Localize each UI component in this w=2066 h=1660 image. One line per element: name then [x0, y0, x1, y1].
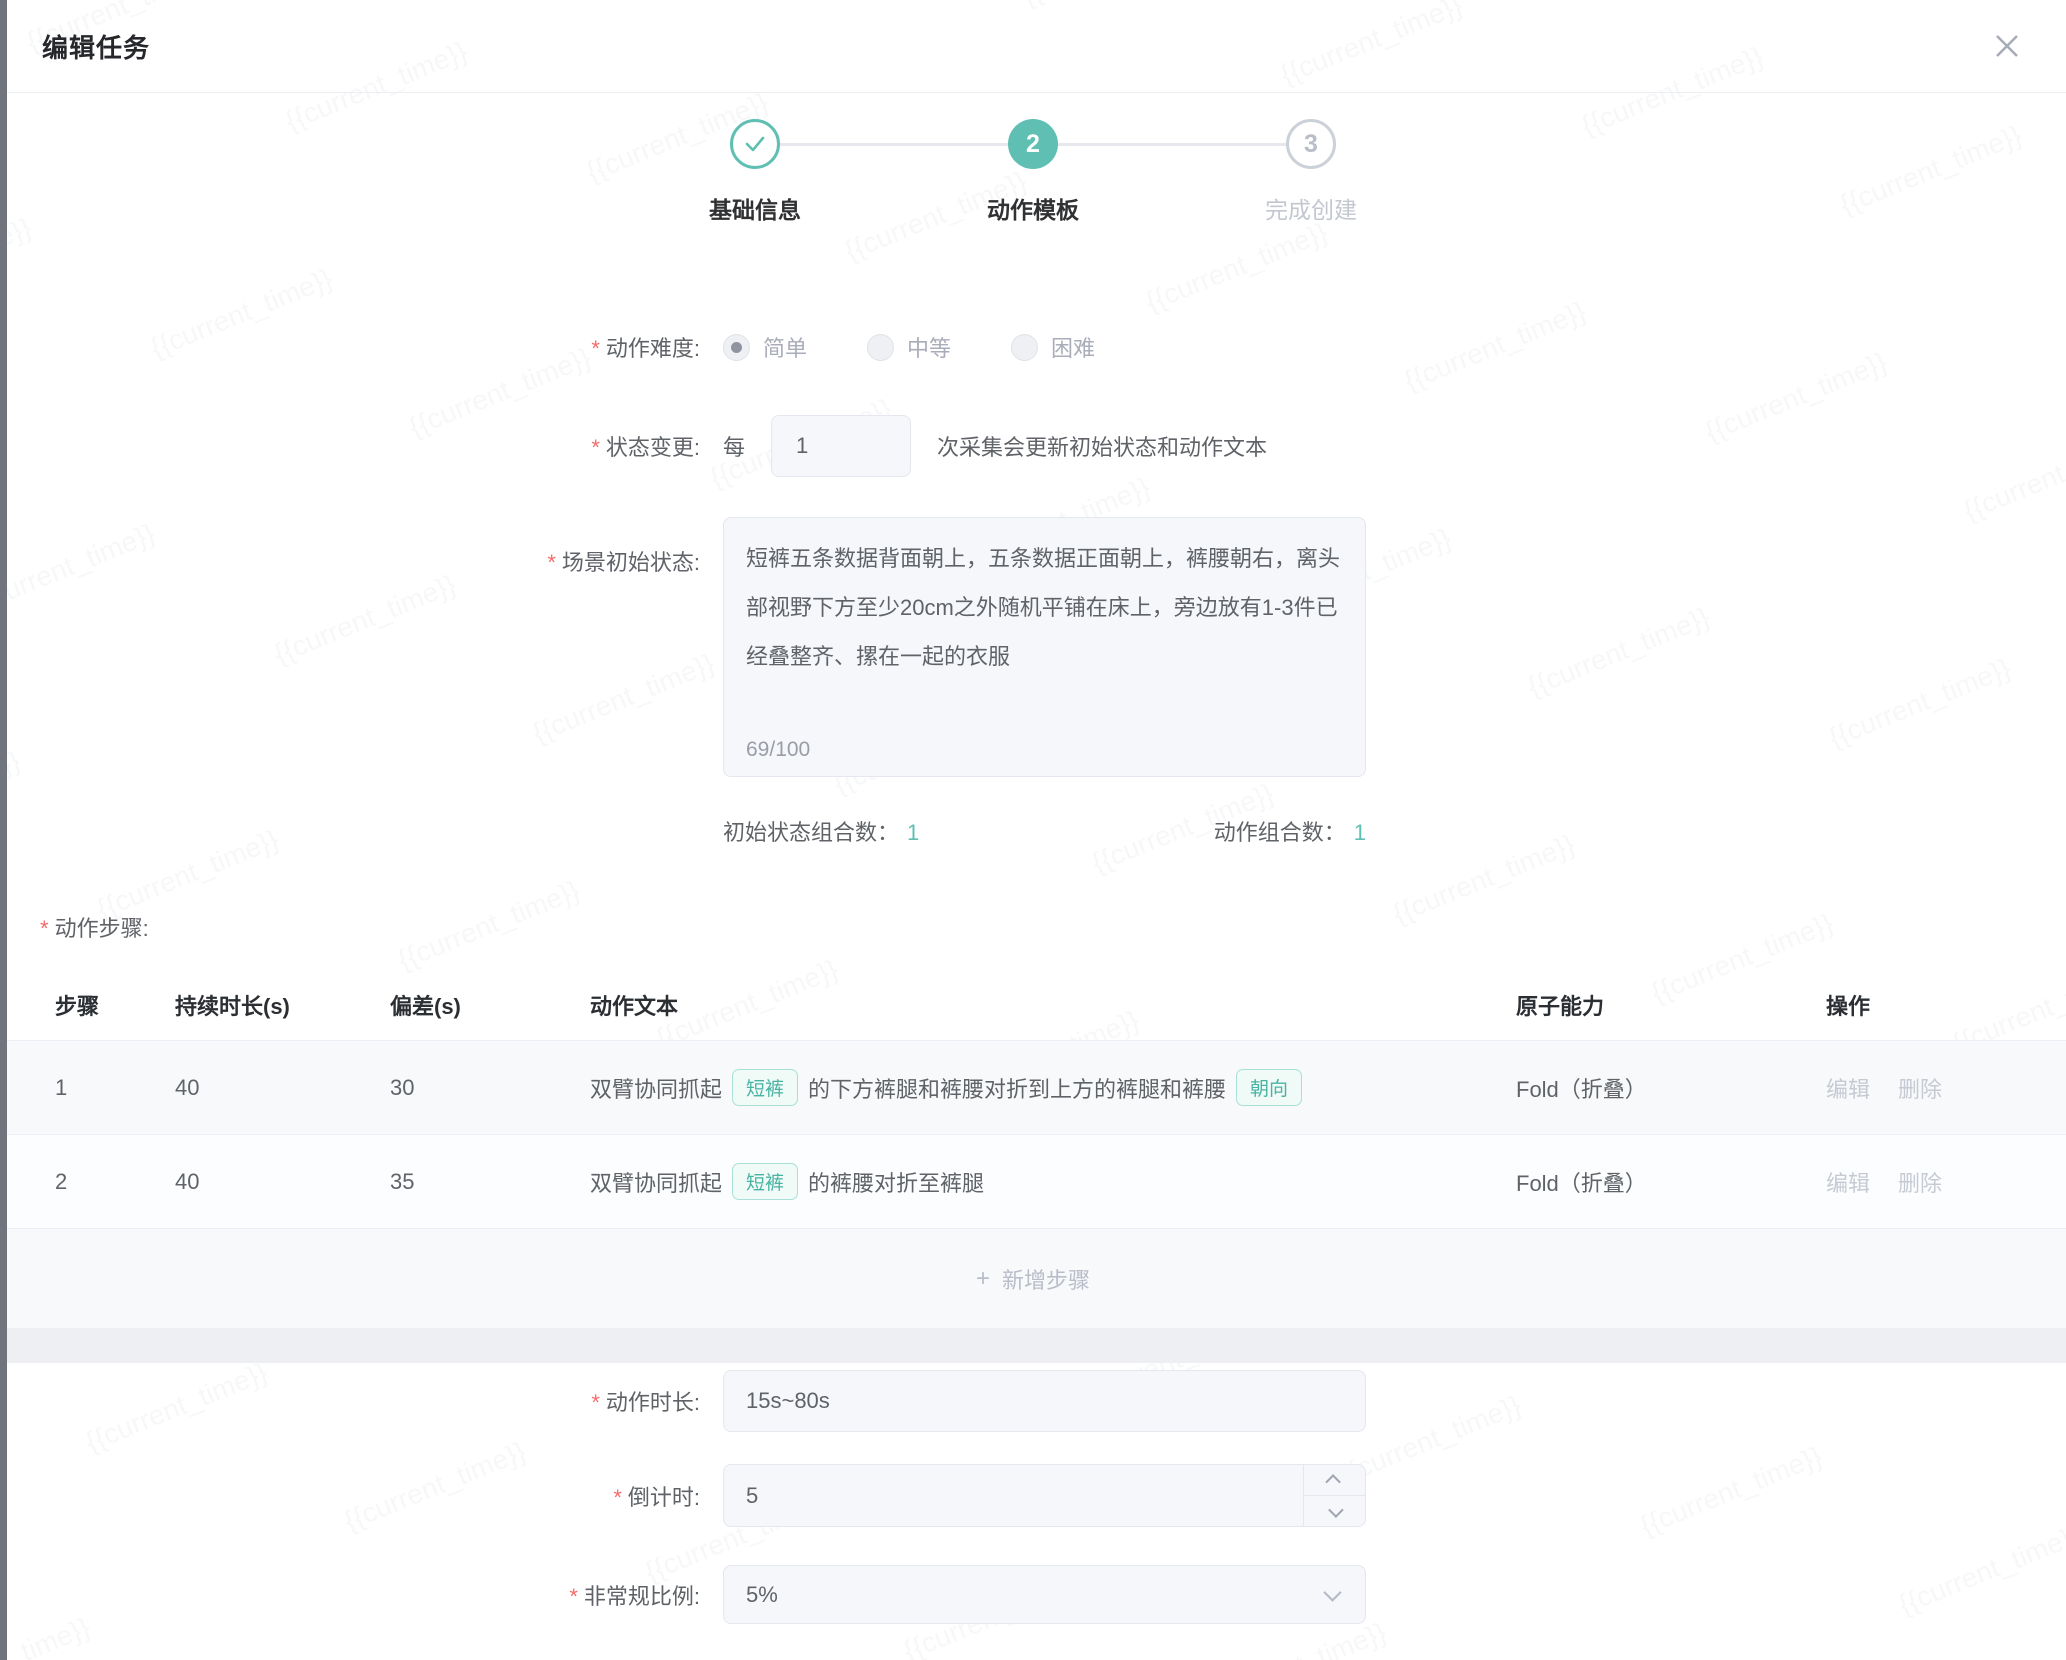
difficulty-radio-2[interactable] — [1011, 334, 1038, 361]
delete-button[interactable]: 删除 — [1898, 1077, 1942, 1102]
dialog-title: 编辑任务 — [42, 28, 150, 65]
table-header-row: 步骤 持续时长(s) 偏差(s) 动作文本 原子能力 操作 — [0, 969, 2066, 1041]
cell-duration: 40 — [175, 1169, 390, 1195]
step-label-action-template: 动作模板 — [894, 191, 1172, 225]
cell-duration: 40 — [175, 1075, 390, 1101]
cell-deviation: 30 — [390, 1075, 590, 1101]
check-icon — [742, 131, 768, 157]
step-labels: 基础信息 动作模板 完成创建 — [616, 191, 1450, 225]
cell-action-text: 双臂协同抓起 短裤 的裤腰对折至裤腿 — [590, 1163, 1516, 1200]
countdown-stepper — [723, 1464, 1366, 1527]
difficulty-option-hard[interactable]: 困难 — [1011, 331, 1095, 363]
action-steps-section-label: *动作步骤: — [40, 911, 2066, 943]
difficulty-option-medium[interactable]: 中等 — [867, 331, 951, 363]
table-row: 1 40 30 双臂协同抓起 短裤 的下方裤腿和裤腰对折到上方的裤腿和裤腰 朝向… — [0, 1041, 2066, 1135]
decrement-button[interactable] — [1304, 1496, 1365, 1526]
step-circle-done — [730, 119, 780, 169]
duration-label: *动作时长: — [0, 1385, 723, 1417]
state-change-prefix: 每 — [723, 430, 745, 462]
header-deviation: 偏差(s) — [390, 989, 590, 1021]
edit-button[interactable]: 编辑 — [1826, 1077, 1870, 1102]
object-tag: 短裤 — [732, 1069, 798, 1106]
initial-state-combo-count: 初始状态组合数：1 — [723, 815, 919, 847]
chevron-down-icon — [1328, 1502, 1344, 1518]
action-combo-value: 1 — [1354, 820, 1366, 845]
dialog-header: 编辑任务 — [0, 0, 2066, 93]
difficulty-radio-1[interactable] — [867, 334, 894, 361]
state-change-input[interactable] — [771, 415, 911, 477]
countdown-label: *倒计时: — [0, 1480, 723, 1512]
required-asterisk: * — [591, 336, 600, 361]
state-change-label: *状态变更: — [0, 430, 723, 462]
close-icon[interactable] — [1990, 29, 2024, 63]
section-divider — [0, 1328, 2066, 1363]
difficulty-radio-0[interactable] — [723, 334, 750, 361]
unusual-ratio-label: *非常规比例: — [0, 1579, 723, 1611]
unusual-ratio-row: *非常规比例: 5% — [0, 1565, 2066, 1624]
duration-row: *动作时长: — [0, 1370, 2066, 1432]
table-row: 2 40 35 双臂协同抓起 短裤 的裤腰对折至裤腿 Fold（折叠） 编辑 删除 — [0, 1135, 2066, 1229]
increment-button[interactable] — [1304, 1465, 1365, 1496]
initial-state-row: *场景初始状态: 短裤五条数据背面朝上，五条数据正面朝上，裤腰朝右，离头部视野下… — [0, 517, 2066, 777]
initial-combo-value: 1 — [907, 820, 919, 845]
difficulty-label: *动作难度: — [0, 331, 723, 363]
initial-state-textarea[interactable]: 短裤五条数据背面朝上，五条数据正面朝上，裤腰朝右，离头部视野下方至少20cm之外… — [746, 534, 1343, 694]
step-circle-active: 2 — [1008, 119, 1058, 169]
page-edge-strip — [0, 0, 7, 1660]
step-circle-pending: 3 — [1286, 119, 1336, 169]
cell-step: 2 — [55, 1169, 175, 1195]
cell-action-text: 双臂协同抓起 短裤 的下方裤腿和裤腰对折到上方的裤腿和裤腰 朝向 — [590, 1069, 1516, 1106]
state-change-suffix: 次采集会更新初始状态和动作文本 — [937, 430, 1267, 462]
cell-ability: Fold（折叠） — [1516, 1166, 1826, 1198]
unusual-ratio-value: 5% — [746, 1582, 778, 1608]
action-combo-count: 动作组合数：1 — [1214, 815, 1366, 847]
cell-operations: 编辑 删除 — [1826, 1166, 2026, 1198]
chevron-down-icon — [1323, 1583, 1341, 1601]
step-label-basic-info: 基础信息 — [616, 191, 894, 225]
object-tag: 短裤 — [732, 1163, 798, 1200]
orientation-tag: 朝向 — [1236, 1069, 1302, 1106]
header-duration: 持续时长(s) — [175, 989, 390, 1021]
cell-deviation: 35 — [390, 1169, 590, 1195]
cell-ability: Fold（折叠） — [1516, 1072, 1826, 1104]
header-action-text: 动作文本 — [590, 989, 1516, 1021]
header-ability: 原子能力 — [1516, 989, 1826, 1021]
header-operations: 操作 — [1826, 989, 2026, 1021]
duration-input[interactable] — [723, 1370, 1366, 1432]
char-counter: 69/100 — [746, 738, 810, 762]
difficulty-row: *动作难度: 简单 中等 困难 — [0, 331, 2066, 363]
cell-step: 1 — [55, 1075, 175, 1101]
chevron-up-icon — [1325, 1474, 1341, 1490]
countdown-row: *倒计时: — [0, 1464, 2066, 1527]
add-step-button[interactable]: + 新增步骤 — [0, 1229, 2066, 1328]
difficulty-option-easy[interactable]: 简单 — [723, 331, 807, 363]
initial-state-label: *场景初始状态: — [0, 517, 723, 577]
initial-state-textarea-wrap: 短裤五条数据背面朝上，五条数据正面朝上，裤腰朝右，离头部视野下方至少20cm之外… — [723, 517, 1366, 777]
unusual-ratio-select[interactable]: 5% — [723, 1565, 1366, 1624]
header-step: 步骤 — [55, 989, 175, 1021]
edit-task-dialog: {{current_time}} {{current_time}} 编辑任务 — [0, 0, 2066, 1660]
difficulty-radio-group: 简单 中等 困难 — [723, 331, 1155, 363]
combo-counts-row: 初始状态组合数：1 动作组合数：1 — [0, 815, 2066, 847]
plus-icon: + — [976, 1265, 990, 1293]
cell-operations: 编辑 删除 — [1826, 1072, 2026, 1104]
stepper: 2 3 — [616, 119, 1450, 171]
action-steps-table: 步骤 持续时长(s) 偏差(s) 动作文本 原子能力 操作 1 40 30 双臂… — [0, 969, 2066, 1363]
edit-button[interactable]: 编辑 — [1826, 1171, 1870, 1196]
state-change-row: *状态变更: 每 次采集会更新初始状态和动作文本 — [0, 415, 2066, 477]
step-label-finish: 完成创建 — [1172, 191, 1450, 225]
delete-button[interactable]: 删除 — [1898, 1171, 1942, 1196]
countdown-input[interactable] — [724, 1465, 1244, 1526]
